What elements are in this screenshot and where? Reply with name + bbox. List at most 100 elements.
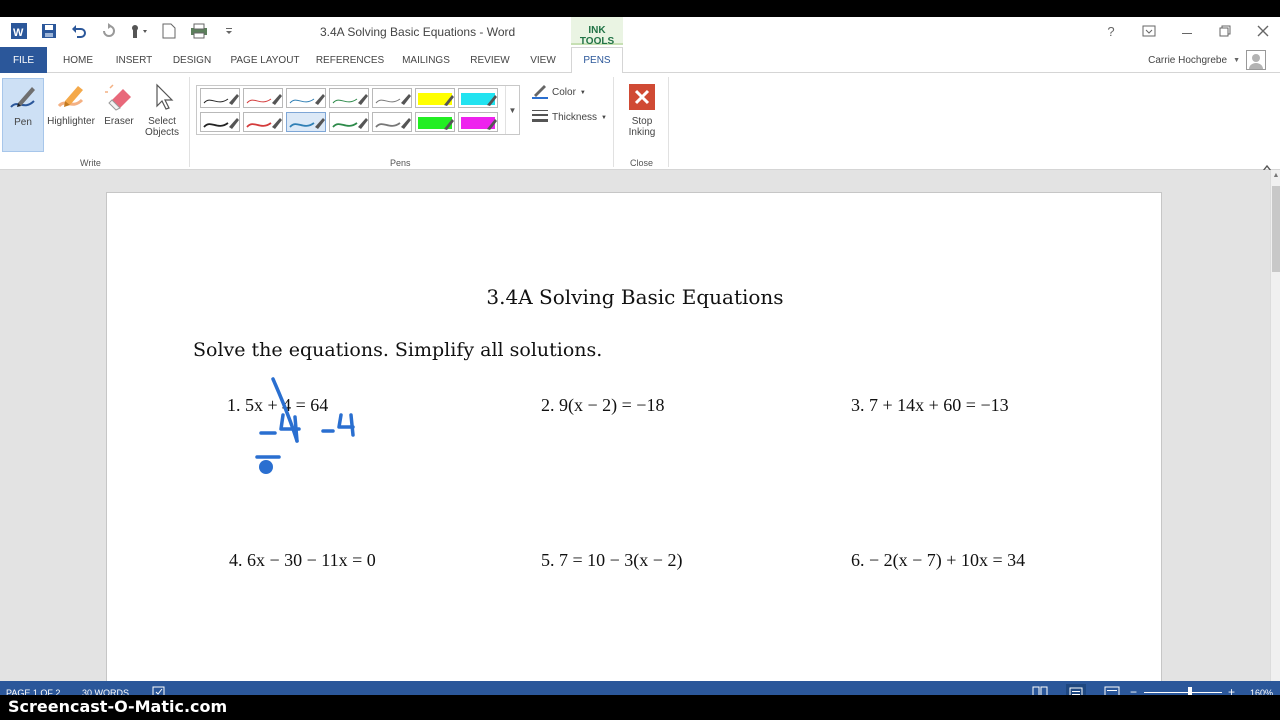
save-icon[interactable] <box>36 20 62 42</box>
eraser-icon <box>101 78 137 116</box>
avatar[interactable] <box>1246 50 1266 70</box>
color-icon <box>532 83 548 102</box>
thickness-dropdown-icon: ▼ <box>601 114 607 121</box>
select-objects-label-1: Select <box>148 116 176 127</box>
pen-swatch[interactable] <box>243 88 283 108</box>
ink-stroke-four-left <box>279 413 301 443</box>
svg-text:W: W <box>13 27 24 39</box>
pen-swatch[interactable] <box>458 88 498 108</box>
pen-swatch[interactable] <box>286 112 326 132</box>
ribbon-display-options-icon[interactable] <box>1138 21 1160 41</box>
pen-color-button[interactable]: Color ▼ <box>532 83 586 102</box>
ink-annotations <box>255 377 355 474</box>
group-separator <box>668 77 669 167</box>
thickness-icon <box>532 109 548 126</box>
eraser-label: Eraser <box>104 116 134 127</box>
stop-inking-label-1: Stop <box>631 116 653 127</box>
ribbon-pens: Pen Highlighter Eraser Select Objects Wr… <box>0 73 1280 172</box>
document-area: 3.4A Solving Basic Equations Solve the e… <box>0 170 1270 681</box>
pen-swatch[interactable] <box>243 112 283 132</box>
tab-view[interactable]: VIEW <box>522 47 564 73</box>
user-account[interactable]: Carrie Hochgrebe ▼ <box>1148 50 1266 70</box>
document-page[interactable]: 3.4A Solving Basic Equations Solve the e… <box>106 192 1162 681</box>
window-controls: ? <box>1100 21 1274 41</box>
equation-4: 4. 6x − 30 − 11x = 0 <box>229 550 376 570</box>
scroll-up-icon[interactable]: ▲ <box>1271 172 1280 184</box>
watermark-text: Screencast-O-Matic.com <box>8 697 228 716</box>
pen-swatch[interactable] <box>200 112 240 132</box>
pen-label: Pen <box>14 117 32 128</box>
equation-1: 1. 5x + 4 = 64 <box>227 395 329 415</box>
scrollbar-thumb[interactable] <box>1272 186 1280 272</box>
vertical-scrollbar[interactable]: ▲ <box>1270 170 1280 681</box>
write-group-label: Write <box>80 158 101 168</box>
redo-icon[interactable] <box>96 20 122 42</box>
pen-button[interactable]: Pen <box>2 78 44 152</box>
pen-swatch[interactable] <box>329 88 369 108</box>
close-group-label: Close <box>630 158 654 168</box>
tab-file[interactable]: FILE <box>0 47 47 73</box>
pens-gallery: ▼ <box>196 85 520 135</box>
pen-swatch[interactable] <box>372 112 412 132</box>
equation-3: 3. 7 + 14x + 60 = −13 <box>851 395 1009 415</box>
word-window: W 3.4A Solving Basic Equations - Word IN… <box>0 0 1280 720</box>
tab-design[interactable]: DESIGN <box>168 47 216 73</box>
gallery-more-icon[interactable]: ▼ <box>505 86 519 134</box>
help-icon[interactable]: ? <box>1100 21 1122 41</box>
window-title: 3.4A Solving Basic Equations - Word <box>320 25 516 39</box>
color-dropdown-icon: ▼ <box>579 89 586 96</box>
equation-6: 6. − 2(x − 7) + 10x = 34 <box>851 550 1026 570</box>
customize-toolbar-icon[interactable] <box>216 20 242 42</box>
tab-insert[interactable]: INSERT <box>110 47 158 73</box>
document-title: 3.4A Solving Basic Equations <box>486 285 784 309</box>
highlighter-button[interactable]: Highlighter <box>46 78 96 152</box>
pens-group-label: Pens <box>390 158 411 168</box>
equation-2: 2. 9(x − 2) = −18 <box>541 395 665 415</box>
tab-page-layout[interactable]: PAGE LAYOUT <box>226 47 304 73</box>
tab-pens[interactable]: PENS <box>571 47 623 74</box>
pen-icon <box>5 79 41 117</box>
user-name: Carrie Hochgrebe <box>1148 54 1228 66</box>
quick-access-toolbar: W <box>6 20 242 42</box>
select-objects-label-2: Objects <box>145 127 179 138</box>
tab-references[interactable]: REFERENCES <box>314 47 386 73</box>
stop-inking-button[interactable]: Stop Inking <box>620 78 664 152</box>
pen-thickness-button[interactable]: Thickness ▼ <box>532 109 607 126</box>
stop-inking-label-2: Inking <box>628 127 656 138</box>
pen-swatch[interactable] <box>372 88 412 108</box>
pen-swatch[interactable] <box>415 88 455 108</box>
pen-swatch[interactable] <box>415 112 455 132</box>
zoom-slider-track[interactable] <box>1144 692 1222 693</box>
title-bar: W 3.4A Solving Basic Equations - Word IN… <box>0 17 1280 47</box>
pen-swatch[interactable] <box>286 88 326 108</box>
group-separator <box>189 77 190 167</box>
ink-tools-context-label: INK TOOLS <box>571 17 623 47</box>
select-objects-button[interactable]: Select Objects <box>140 78 184 152</box>
chevron-down-icon: ▼ <box>1233 56 1240 64</box>
color-label: Color <box>552 87 576 98</box>
stop-inking-icon <box>624 78 660 116</box>
watermark-bar: Screencast-O-Matic.com <box>0 695 1280 720</box>
undo-icon[interactable] <box>66 20 92 42</box>
thickness-label: Thickness <box>552 112 598 123</box>
tab-mailings[interactable]: MAILINGS <box>396 47 456 73</box>
new-document-icon[interactable] <box>156 20 182 42</box>
tab-home[interactable]: HOME <box>54 47 102 73</box>
restore-icon[interactable] <box>1214 21 1236 41</box>
print-preview-icon[interactable] <box>186 20 212 42</box>
minimize-icon[interactable] <box>1176 21 1198 41</box>
highlighter-label: Highlighter <box>47 116 95 127</box>
pen-swatch[interactable] <box>458 112 498 132</box>
tab-review[interactable]: REVIEW <box>466 47 514 73</box>
highlighter-icon <box>53 78 89 116</box>
eraser-button[interactable]: Eraser <box>100 78 138 152</box>
pen-cursor-icon <box>259 460 273 474</box>
close-icon[interactable] <box>1252 21 1274 41</box>
pen-swatch[interactable] <box>329 112 369 132</box>
pen-swatch[interactable] <box>200 88 240 108</box>
touch-mode-icon[interactable] <box>126 20 152 42</box>
cursor-arrow-icon <box>144 78 180 116</box>
word-app-icon[interactable]: W <box>6 20 32 42</box>
group-separator <box>613 77 614 167</box>
ink-stroke-four-right <box>337 413 355 437</box>
